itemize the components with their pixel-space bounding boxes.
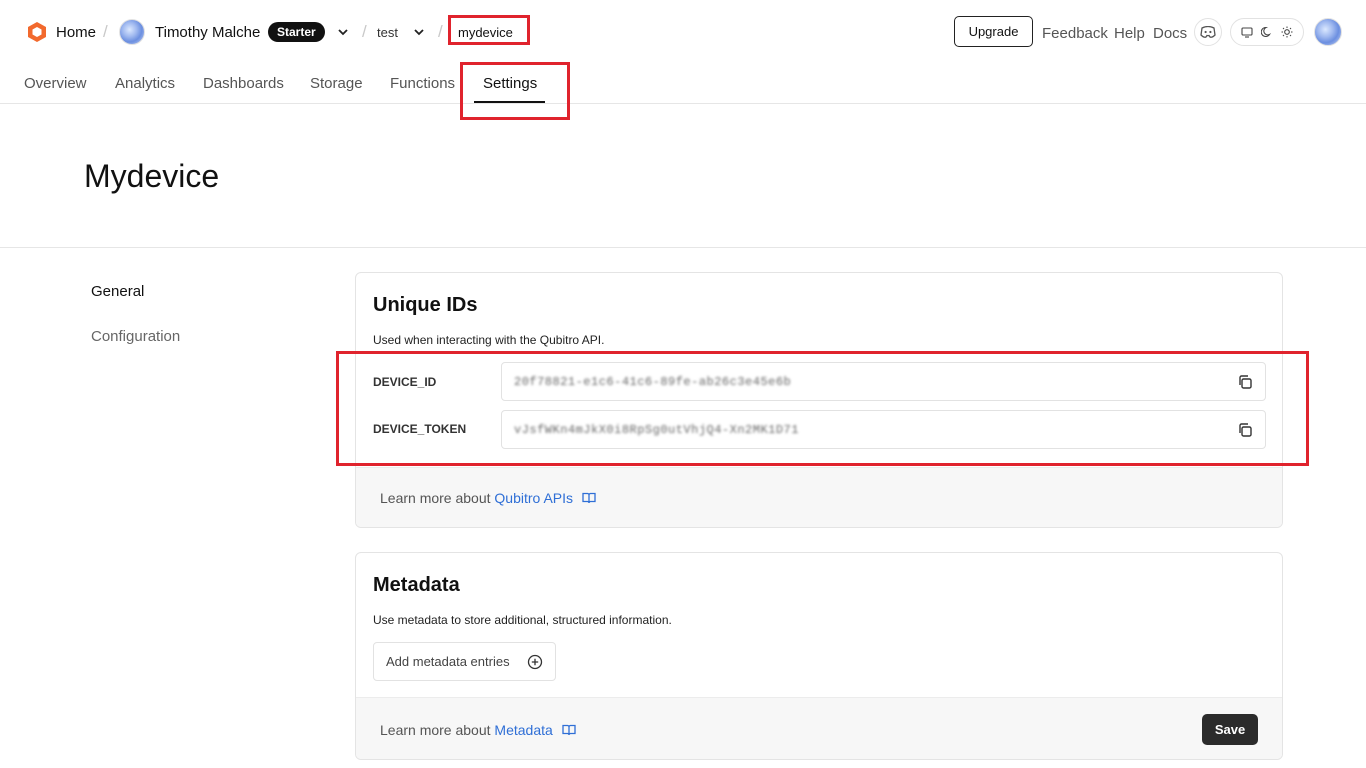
footer-prefix: Learn more about xyxy=(380,722,491,738)
add-metadata-button[interactable]: Add metadata entries xyxy=(373,642,556,681)
feedback-link[interactable]: Feedback xyxy=(1042,25,1108,42)
page-title: Mydevice xyxy=(84,158,220,194)
tab-functions[interactable]: Functions xyxy=(390,75,455,92)
discord-icon xyxy=(1200,26,1216,38)
ids-highlight-box xyxy=(336,351,1309,466)
qubitro-logo-icon[interactable] xyxy=(26,21,48,43)
tab-bar: Overview Analytics Dashboards Storage Fu… xyxy=(0,62,1366,104)
metadata-title: Metadata xyxy=(373,574,460,596)
top-bar: Home / Timothy Malche Starter / test / m… xyxy=(0,0,1366,62)
book-icon xyxy=(562,724,576,736)
breadcrumb-home[interactable]: Home xyxy=(56,24,96,41)
sidebar-item-general[interactable]: General xyxy=(91,283,144,300)
unique-ids-footer: Learn more about Qubitro APIs xyxy=(356,467,1282,527)
breadcrumb-user[interactable]: Timothy Malche xyxy=(155,24,260,41)
upgrade-button[interactable]: Upgrade xyxy=(954,16,1033,47)
add-metadata-label: Add metadata entries xyxy=(386,654,510,669)
chevron-down-icon[interactable] xyxy=(336,25,350,39)
help-link[interactable]: Help xyxy=(1114,25,1145,42)
tab-storage[interactable]: Storage xyxy=(310,75,363,92)
book-icon xyxy=(582,492,596,504)
metadata-docs-link[interactable]: Metadata xyxy=(494,722,552,738)
breadcrumb-device[interactable]: mydevice xyxy=(448,15,530,45)
metadata-footer: Learn more about Metadata Save xyxy=(356,697,1282,759)
breadcrumb-separator: / xyxy=(362,22,367,41)
docs-link[interactable]: Docs xyxy=(1153,25,1187,42)
breadcrumb-separator: / xyxy=(103,22,108,41)
tab-dashboards[interactable]: Dashboards xyxy=(203,75,284,92)
metadata-description: Use metadata to store additional, struct… xyxy=(373,613,672,627)
user-avatar[interactable] xyxy=(119,19,145,45)
sidebar-item-configuration[interactable]: Configuration xyxy=(91,328,180,345)
metadata-card: Metadata Use metadata to store additiona… xyxy=(355,552,1283,760)
save-button[interactable]: Save xyxy=(1202,714,1258,745)
monitor-icon[interactable] xyxy=(1241,26,1253,38)
discord-button[interactable] xyxy=(1194,18,1222,46)
breadcrumb-device-label: mydevice xyxy=(458,25,513,40)
tab-analytics[interactable]: Analytics xyxy=(115,75,175,92)
moon-icon[interactable] xyxy=(1261,26,1273,38)
unique-ids-footer-text: Learn more about Qubitro APIs xyxy=(380,490,596,506)
breadcrumb-separator: / xyxy=(438,22,443,41)
account-avatar[interactable] xyxy=(1314,18,1342,46)
footer-prefix: Learn more about xyxy=(380,490,491,506)
header-divider xyxy=(0,247,1366,248)
unique-ids-title: Unique IDs xyxy=(373,294,478,316)
theme-switcher[interactable] xyxy=(1230,18,1304,46)
settings-tab-highlight xyxy=(460,62,570,120)
chevron-down-icon[interactable] xyxy=(412,25,426,39)
sun-icon[interactable] xyxy=(1281,26,1293,38)
plus-circle-icon xyxy=(527,654,543,670)
metadata-footer-text: Learn more about Metadata xyxy=(380,722,576,738)
unique-ids-description: Used when interacting with the Qubitro A… xyxy=(373,333,605,347)
tab-overview[interactable]: Overview xyxy=(24,75,87,92)
qubitro-apis-link[interactable]: Qubitro APIs xyxy=(494,490,573,506)
breadcrumb-project[interactable]: test xyxy=(377,25,398,40)
plan-badge: Starter xyxy=(268,22,325,42)
